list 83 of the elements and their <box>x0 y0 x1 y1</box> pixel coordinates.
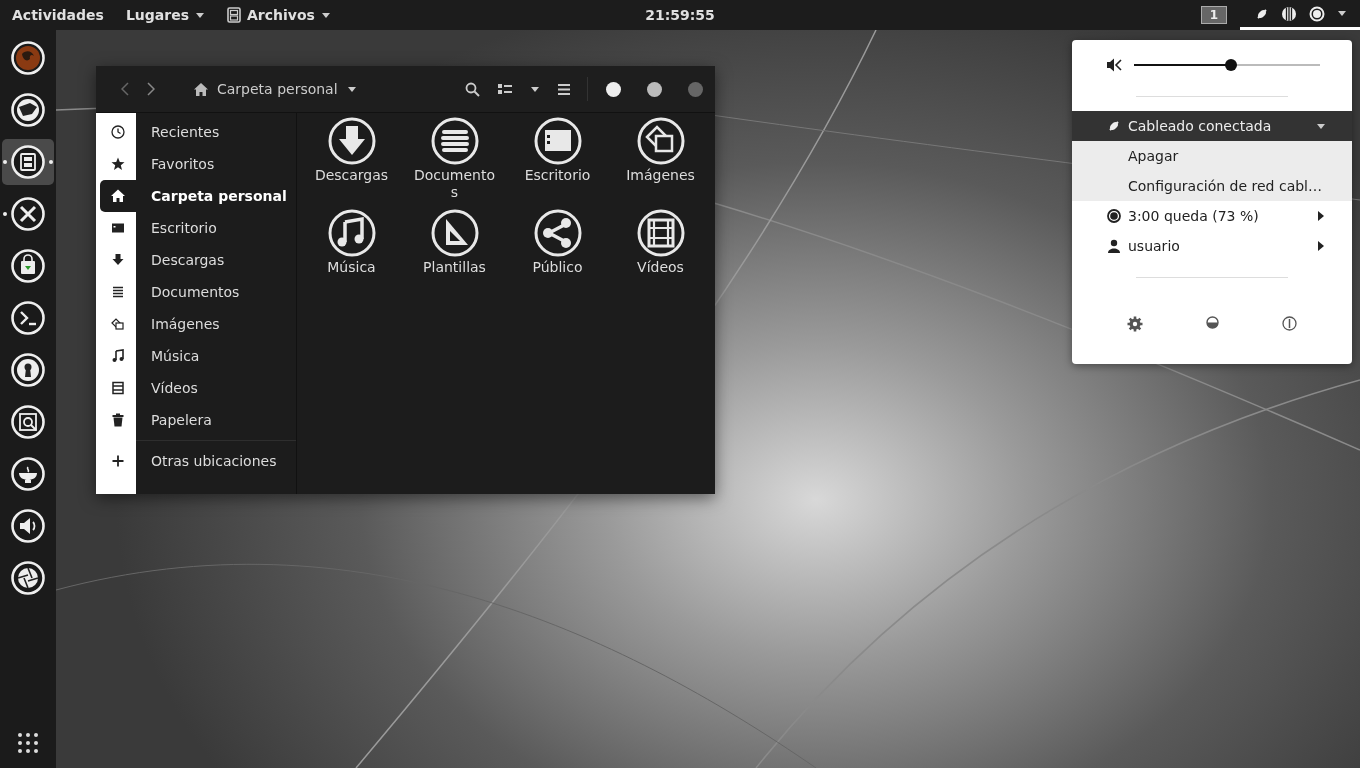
folder-label[interactable]: Documentos <box>412 167 497 201</box>
keyhole-icon <box>10 352 46 388</box>
arrow-right-icon <box>1318 241 1324 251</box>
picture-frames-icon <box>111 317 125 331</box>
submenu-item[interactable]: Apagar <box>1072 141 1352 171</box>
caret-icon <box>1316 122 1326 130</box>
chevron-left-icon <box>121 82 129 96</box>
document-lines-icon[interactable] <box>430 117 479 165</box>
workspace-indicator[interactable]: 1 <box>1200 6 1227 24</box>
sidebar-item[interactable]: Papelera <box>96 404 296 436</box>
search-icon <box>465 81 480 97</box>
grid-icon <box>17 732 39 754</box>
document-lines-icon <box>111 285 125 299</box>
sidebar-item[interactable]: Documentos <box>96 276 296 308</box>
menu-icon <box>558 83 570 95</box>
caret-icon <box>346 85 357 93</box>
slider-handle[interactable] <box>1224 59 1237 71</box>
caret-icon <box>320 11 331 19</box>
terminal-icon <box>10 300 46 336</box>
sidebar-item[interactable]: Imágenes <box>96 308 296 340</box>
submenu-item[interactable]: Configuración de red cabl… <box>1072 171 1352 201</box>
settings-icon <box>1127 316 1144 332</box>
sidebar-item[interactable]: Favoritos <box>96 148 296 180</box>
globe-icon <box>10 40 46 76</box>
caret-icon <box>530 85 540 93</box>
desktop-icon[interactable] <box>533 117 582 165</box>
sidebar-item[interactable]: Recientes <box>96 116 296 148</box>
folder-label[interactable]: Plantillas <box>412 259 497 276</box>
half-circle-icon <box>1206 316 1219 329</box>
folder-label[interactable]: Imágenes <box>618 167 703 184</box>
folder-label[interactable]: Música <box>309 259 394 276</box>
desktop-icon <box>111 221 125 235</box>
chevron-right-icon <box>147 82 155 96</box>
sidebar-item[interactable]: Carpeta personal <box>96 180 296 212</box>
caret-icon <box>1337 10 1347 17</box>
power-ring-icon <box>1309 5 1325 22</box>
oil-lamp-icon <box>10 456 46 492</box>
shopping-bag-icon <box>10 248 46 284</box>
home-icon <box>111 189 125 203</box>
folder-label[interactable]: Vídeos <box>618 259 703 276</box>
places-menu[interactable]: Lugares <box>125 7 205 23</box>
share-icon[interactable] <box>533 209 582 257</box>
music-note-icon <box>111 349 125 363</box>
other-locations-item[interactable]: Otras ubicaciones <box>96 445 296 477</box>
list-view-icon <box>498 83 512 95</box>
folder-label[interactable]: Descargas <box>309 167 394 184</box>
activities-button[interactable]: Actividades <box>12 7 104 23</box>
clock-icon <box>111 125 125 139</box>
clock[interactable]: 21:59:55 <box>645 7 715 23</box>
arrow-right-icon <box>1318 211 1324 221</box>
drawer-icon <box>10 144 46 180</box>
close-button[interactable] <box>688 81 703 97</box>
plus-icon <box>112 455 124 467</box>
magnifier-icon <box>10 404 46 440</box>
star-icon <box>111 157 125 171</box>
download-icon[interactable] <box>327 117 376 165</box>
user-menu-item[interactable]: usuario <box>1072 231 1352 261</box>
app-menu[interactable]: Archivos <box>226 7 331 23</box>
home-icon <box>194 82 208 96</box>
music-note-icon[interactable] <box>327 209 376 257</box>
folder-label[interactable]: Escritorio <box>515 167 600 184</box>
aperture-icon <box>10 560 46 596</box>
picture-frames-icon[interactable] <box>636 117 685 165</box>
film-icon[interactable] <box>636 209 685 257</box>
download-icon <box>111 253 125 267</box>
battery-icon <box>1281 5 1297 22</box>
trash-icon <box>111 413 125 427</box>
sidebar-item[interactable]: Música <box>96 340 296 372</box>
power-icon <box>1281 316 1297 331</box>
speaker-icon <box>10 508 46 544</box>
maximize-button[interactable] <box>647 81 662 97</box>
location-button[interactable]: Carpeta personal <box>188 75 363 103</box>
caret-icon <box>194 11 205 19</box>
sidebar-item[interactable]: Escritorio <box>96 212 296 244</box>
film-icon <box>111 381 125 395</box>
dock-app-button[interactable] <box>2 139 54 185</box>
sidebar-item[interactable]: Vídeos <box>96 372 296 404</box>
minimize-button[interactable] <box>606 81 621 97</box>
battery-menu-item[interactable]: 3:00 queda (73 %) <box>1072 201 1352 231</box>
network-menu-item[interactable]: Cableado conectada <box>1072 111 1352 141</box>
folder-label[interactable]: Público <box>515 259 600 276</box>
cabinet-icon <box>226 7 241 23</box>
sidebar-item[interactable]: Descargas <box>96 244 296 276</box>
